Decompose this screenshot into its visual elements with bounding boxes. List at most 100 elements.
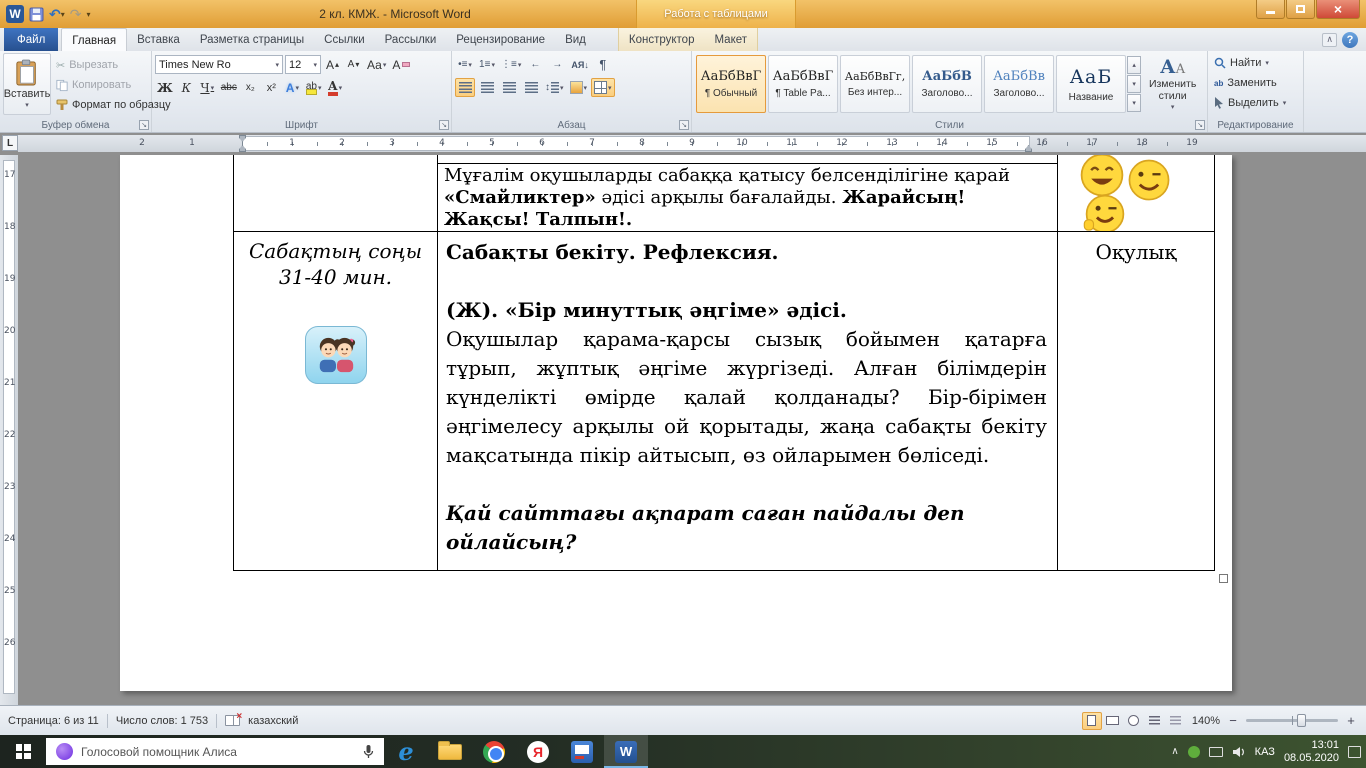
numbering-button[interactable]: 1≡▾ — [477, 55, 497, 74]
document-page[interactable]: Мұғалім оқушыларды сабаққа қатысу белсен… — [120, 155, 1232, 691]
minimize-ribbon-button[interactable]: ∧ — [1322, 33, 1337, 47]
cell-stage[interactable]: Сабақтың соңы 31-40 мин. — [234, 232, 438, 570]
cell-reflection-content[interactable]: Сабақты бекіту. Рефлексия. (Ж). «Бір мин… — [438, 232, 1058, 570]
zoom-out-button[interactable]: − — [1226, 713, 1240, 728]
line-spacing-button[interactable]: ↕▾ — [543, 78, 566, 97]
help-button[interactable]: ? — [1342, 32, 1358, 48]
maximize-button[interactable] — [1286, 0, 1315, 19]
cell-resources[interactable]: Оқулық — [1058, 232, 1214, 570]
styles-gallery-more-button[interactable]: ▾ — [1127, 94, 1141, 112]
subscript-button[interactable]: x₂ — [241, 78, 260, 97]
word-app-icon[interactable]: W — [6, 5, 24, 23]
taskbar-ie-button[interactable]: e — [384, 735, 428, 768]
taskbar-yandex-button[interactable]: Я — [516, 735, 560, 768]
styles-scroll-down-button[interactable]: ▾ — [1127, 75, 1141, 93]
close-button[interactable]: × — [1316, 0, 1360, 19]
tray-app-icon[interactable] — [1188, 746, 1200, 758]
tab-table-design[interactable]: Конструктор — [619, 28, 705, 51]
superscript-button[interactable]: x² — [262, 78, 281, 97]
customize-qat-button[interactable]: ▾ — [86, 5, 90, 23]
style-no-spacing[interactable]: АаБбВвГг,Без интер... — [840, 55, 910, 113]
cell-stage-empty[interactable] — [234, 155, 438, 231]
microphone-icon[interactable] — [363, 744, 374, 759]
increase-indent-button[interactable]: → — [547, 55, 567, 74]
styles-scroll-up-button[interactable]: ▴ — [1127, 56, 1141, 74]
align-right-button[interactable] — [499, 78, 519, 97]
save-button[interactable] — [29, 5, 44, 23]
tab-mailings[interactable]: Рассылки — [375, 28, 447, 51]
font-size-combo[interactable]: 12▾ — [285, 55, 321, 74]
tab-page-layout[interactable]: Разметка страницы — [190, 28, 314, 51]
vertical-ruler[interactable]: 17181920212223242526 — [0, 155, 18, 705]
network-icon[interactable] — [1209, 747, 1223, 757]
zoom-in-button[interactable]: + — [1344, 713, 1358, 728]
taskbar-search[interactable]: Голосовой помощник Алиса — [46, 738, 384, 765]
font-dialog-launcher[interactable]: ↘ — [439, 120, 449, 130]
zoom-slider[interactable] — [1246, 719, 1338, 722]
font-color-button[interactable]: А▾ — [326, 78, 345, 97]
strikethrough-button[interactable]: abc — [219, 78, 239, 97]
show-marks-button[interactable]: ¶ — [593, 55, 613, 74]
clear-formatting-button[interactable]: А — [390, 55, 412, 74]
tab-table-layout[interactable]: Макет — [704, 28, 757, 51]
web-layout-view-button[interactable] — [1124, 712, 1144, 730]
tab-view[interactable]: Вид — [555, 28, 596, 51]
action-center-icon[interactable] — [1348, 746, 1361, 758]
tab-review[interactable]: Рецензирование — [446, 28, 555, 51]
style-heading1[interactable]: АаБбВЗаголово... — [912, 55, 982, 113]
outline-view-button[interactable] — [1145, 712, 1165, 730]
cell-assessment-text[interactable]: Мұғалім оқушыларды сабаққа қатысу белсен… — [438, 155, 1058, 231]
tab-stop-selector[interactable]: L — [2, 135, 18, 151]
italic-button[interactable]: К — [177, 78, 196, 97]
bold-button[interactable]: Ж — [155, 78, 175, 97]
replace-button[interactable]: abЗаменить — [1211, 73, 1300, 93]
decrease-indent-button[interactable]: ← — [525, 55, 545, 74]
find-button[interactable]: Найти▾ — [1211, 53, 1300, 73]
word-count[interactable]: Число слов: 1 753 — [116, 715, 208, 727]
fullscreen-reading-view-button[interactable] — [1103, 712, 1123, 730]
language-switcher[interactable]: КАЗ — [1255, 746, 1275, 758]
tab-home[interactable]: Главная — [61, 28, 127, 51]
text-effects-button[interactable]: А▾ — [283, 78, 302, 97]
clipboard-dialog-launcher[interactable]: ↘ — [139, 120, 149, 130]
align-center-button[interactable] — [477, 78, 497, 97]
minimize-button[interactable] — [1256, 0, 1285, 19]
sort-button[interactable]: АЯ↓ — [569, 55, 590, 74]
zoom-level[interactable]: 140% — [1192, 715, 1220, 727]
change-case-button[interactable]: Аа▾ — [365, 55, 388, 74]
table-resize-handle[interactable] — [1219, 574, 1228, 583]
highlight-color-button[interactable]: ab▾ — [304, 78, 324, 97]
change-styles-button[interactable]: АА Изменить стили ▾ — [1141, 53, 1204, 115]
print-layout-view-button[interactable] — [1082, 712, 1102, 730]
style-heading2[interactable]: АаБбВвЗаголово... — [984, 55, 1054, 113]
zoom-slider-thumb[interactable] — [1297, 714, 1306, 727]
style-table-paragraph[interactable]: АаБбВвГ¶ Table Pa... — [768, 55, 838, 113]
tab-file[interactable]: Файл — [4, 28, 58, 51]
language-indicator[interactable]: казахский — [248, 715, 298, 727]
paste-button[interactable]: Вставить ▾ — [3, 53, 51, 115]
style-title[interactable]: АаБНазвание — [1056, 55, 1126, 113]
undo-button[interactable]: ↶▾ — [49, 5, 65, 23]
lesson-plan-table[interactable]: Мұғалім оқушыларды сабаққа қатысу белсен… — [233, 155, 1215, 571]
styles-dialog-launcher[interactable]: ↘ — [1195, 120, 1205, 130]
cell-smileys[interactable] — [1058, 155, 1214, 231]
hidden-icons-button[interactable]: ∧ — [1171, 746, 1178, 757]
font-name-combo[interactable]: Times New Ro▾ — [155, 55, 283, 74]
tab-references[interactable]: Ссылки — [314, 28, 375, 51]
proofing-errors-icon[interactable] — [225, 715, 240, 726]
start-button[interactable] — [0, 735, 46, 768]
borders-button[interactable]: ▾ — [591, 78, 615, 97]
style-normal[interactable]: АаБбВвГ¶ Обычный — [696, 55, 766, 113]
grow-font-button[interactable]: А▴ — [323, 55, 342, 74]
taskbar-clock[interactable]: 13:01 08.05.2020 — [1284, 739, 1339, 765]
page-indicator[interactable]: Страница: 6 из 11 — [8, 715, 99, 727]
taskbar-explorer-button[interactable] — [428, 735, 472, 768]
align-left-button[interactable] — [455, 78, 475, 97]
taskbar-app-button[interactable] — [560, 735, 604, 768]
underline-button[interactable]: Ч▾ — [198, 78, 217, 97]
paragraph-dialog-launcher[interactable]: ↘ — [679, 120, 689, 130]
select-button[interactable]: Выделить▾ — [1211, 93, 1300, 113]
volume-icon[interactable] — [1232, 746, 1246, 758]
justify-button[interactable] — [521, 78, 541, 97]
shading-button[interactable]: ▾ — [568, 78, 590, 97]
